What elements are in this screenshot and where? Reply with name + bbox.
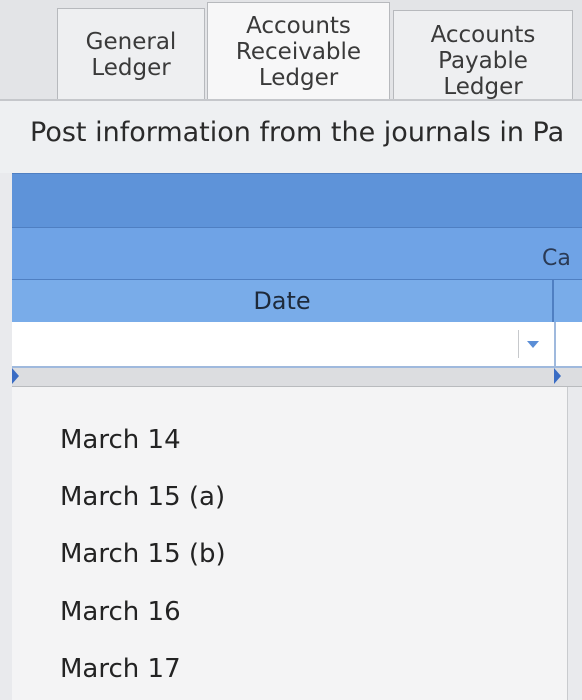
tab-label-line: Accounts: [430, 21, 536, 48]
table-column-header-row: Date: [12, 279, 582, 323]
table-row: [12, 322, 582, 368]
tab-label-line: Receivable: [235, 38, 362, 65]
tab-accounts-payable-ledger[interactable]: Accounts Payable Ledger: [393, 10, 573, 110]
instruction-text: Post information from the journals in Pa: [30, 117, 565, 148]
tab-general-ledger[interactable]: General Ledger: [57, 8, 205, 100]
dropdown-option[interactable]: March 16: [60, 597, 181, 627]
cash-input[interactable]: [554, 322, 582, 366]
journal-table: Ca Date March 14 March 15 (a) March 15 (…: [12, 173, 582, 700]
tab-label-line: Ledger: [258, 64, 339, 91]
dropdown-option[interactable]: March 17: [60, 654, 181, 684]
row-marker-icon: [554, 368, 561, 384]
chevron-down-icon[interactable]: [518, 330, 547, 358]
cash-column-header: Ca: [542, 246, 571, 271]
column-divider: [552, 280, 554, 322]
tab-accounts-receivable-ledger[interactable]: Accounts Receivable Ledger: [207, 2, 390, 100]
table-header-band: Ca: [12, 227, 582, 280]
table-header-band: [12, 173, 582, 228]
tab-bar: General Ledger Accounts Receivable Ledge…: [0, 0, 582, 110]
date-column-header: Date: [253, 287, 311, 315]
date-dropdown-list: March 14 March 15 (a) March 15 (b) March…: [12, 387, 568, 700]
tab-label-line: Payable: [438, 47, 528, 74]
tab-label-line: Accounts: [246, 12, 351, 39]
dropdown-option[interactable]: March 15 (a): [60, 482, 225, 512]
tab-label-line: Ledger: [443, 73, 523, 100]
row-marker-icon: [12, 368, 19, 384]
date-select[interactable]: [12, 322, 552, 366]
instruction-bar: Post information from the journals in Pa: [0, 101, 582, 173]
tab-label-line: Ledger: [91, 54, 171, 81]
dropdown-option[interactable]: March 14: [60, 425, 181, 455]
tab-label-line: General: [85, 28, 177, 55]
dropdown-option[interactable]: March 15 (b): [60, 539, 226, 569]
row-separator: [12, 368, 582, 387]
